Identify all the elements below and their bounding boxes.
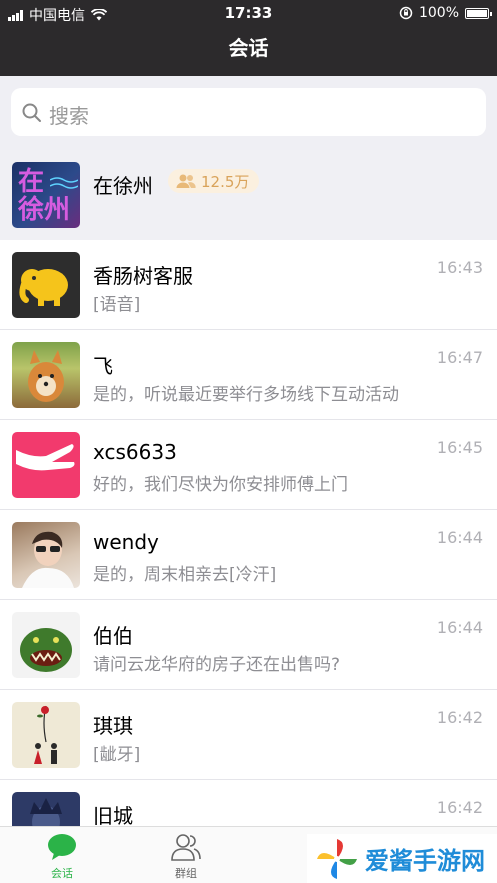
conversation-preview: 好的，我们尽快为你安排师傅上门 (93, 475, 348, 495)
battery-icon (465, 7, 492, 19)
conversation-time: 16:45 (436, 438, 483, 457)
tab-label: 会话 (51, 867, 73, 880)
conversation-name: 飞 (93, 354, 113, 378)
member-count-badge: 12.5万 (168, 169, 260, 193)
conversation-name: wendy (93, 530, 159, 554)
conversation-row[interactable]: 飞 是的，听说最近要举行多场线下互动活动 16:47 (0, 330, 497, 420)
conversation-name: 旧城 (93, 804, 133, 828)
top-bar: 中国电信 17:33 100% 会话 (0, 0, 497, 76)
green-monster-avatar (12, 612, 80, 678)
page-title: 会话 (228, 36, 269, 60)
search-icon (22, 103, 41, 122)
pink-hand-avatar (12, 432, 80, 498)
group-avatar: 在 徐州 (12, 162, 80, 228)
conversation-row[interactable]: 琪琪 [龇牙] 16:42 (0, 690, 497, 780)
conversation-preview: [语音] (93, 295, 141, 315)
avatar-text: 徐州 (18, 195, 71, 225)
portrait-avatar (12, 522, 80, 588)
avatar-text: 在 (18, 167, 45, 197)
tab-conversations[interactable]: 会话 (22, 831, 102, 881)
group-icon (171, 834, 201, 861)
conversation-time: 16:44 (436, 618, 483, 637)
group-row[interactable]: 在 徐州 在徐州 12.5万 (0, 150, 497, 240)
tab-groups[interactable]: 群组 (146, 831, 226, 881)
members-icon (176, 174, 196, 188)
watermark-text: 爱酱手游网 (365, 847, 485, 875)
conversation-preview: [龇牙] (93, 745, 141, 765)
pinwheel-logo-icon (317, 838, 357, 879)
orientation-lock-icon (399, 6, 413, 20)
couple-illustration-avatar (12, 702, 80, 768)
conversation-name: 琪琪 (93, 714, 133, 738)
conversation-name: xcs6633 (93, 440, 177, 464)
conversation-preview: 是的，听说最近要举行多场线下互动活动 (93, 385, 399, 405)
conversation-preview: 请问云龙华府的房子还在出售吗? (93, 655, 341, 675)
conversation-time: 16:42 (436, 798, 483, 817)
conversation-time: 16:43 (436, 258, 483, 277)
conversation-row[interactable]: 伯伯 请问云龙华府的房子还在出售吗? 16:44 (0, 600, 497, 690)
conversation-time: 16:42 (436, 708, 483, 727)
conversation-time: 16:47 (436, 348, 483, 367)
conversation-preview: 是的，周末相亲去[冷汗] (93, 565, 277, 585)
conversation-row[interactable]: xcs6633 好的，我们尽快为你安排师傅上门 16:45 (0, 420, 497, 510)
watermark: 爱酱手游网 (307, 834, 497, 883)
chat-bubble-icon (48, 834, 76, 860)
elephant-logo-avatar (12, 252, 80, 318)
conversation-row[interactable]: wendy 是的，周末相亲去[冷汗] 16:44 (0, 510, 497, 600)
tab-label: 群组 (175, 867, 197, 880)
search-placeholder: 搜索 (49, 104, 89, 128)
shiba-dog-avatar (12, 342, 80, 408)
group-name: 在徐州 (93, 174, 153, 198)
battery-percent: 100% (418, 5, 459, 21)
conversation-time: 16:44 (436, 528, 483, 547)
search-input[interactable]: 搜索 (11, 88, 486, 136)
conversation-row[interactable]: 香肠树客服 [语音] 16:43 (0, 240, 497, 330)
status-bar: 中国电信 17:33 100% (0, 0, 497, 26)
member-count: 12.5万 (201, 172, 250, 191)
search-area: 搜索 (0, 76, 497, 150)
conversation-name: 伯伯 (93, 624, 133, 648)
conversation-name: 香肠树客服 (93, 264, 193, 288)
